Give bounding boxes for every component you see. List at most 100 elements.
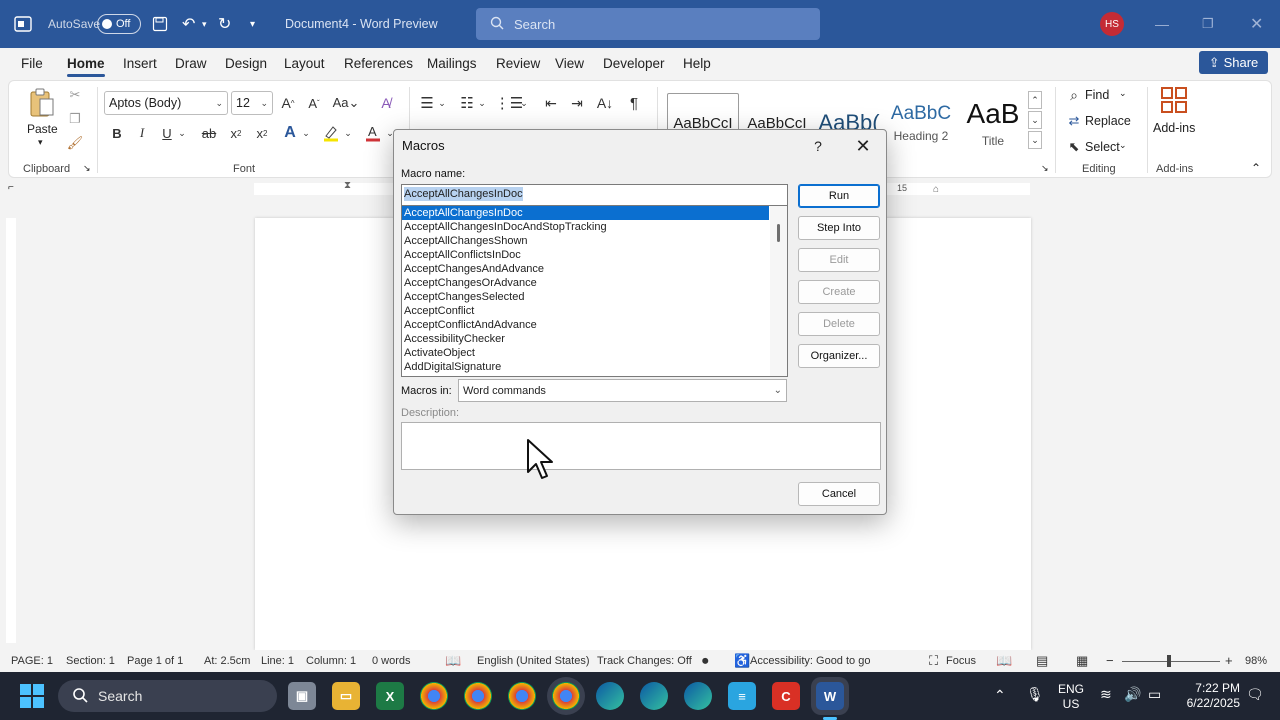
multilevel-list-icon[interactable]: ⋮☰: [495, 93, 523, 113]
list-item[interactable]: AcceptAllConflictsInDoc: [402, 248, 769, 262]
styles-launcher-icon[interactable]: ↘: [1041, 163, 1049, 174]
bold-icon[interactable]: B: [109, 123, 125, 143]
tab-layout[interactable]: Layout: [284, 56, 325, 71]
redo-icon[interactable]: ↻: [218, 0, 231, 48]
tab-review[interactable]: Review: [496, 56, 540, 71]
numbering-dropdown-icon[interactable]: ⌄: [477, 93, 487, 113]
scrollbar-thumb[interactable]: [777, 224, 780, 242]
tab-help[interactable]: Help: [683, 56, 711, 71]
list-item[interactable]: AddDigitalSignature: [402, 360, 769, 374]
wifi-icon[interactable]: ≋: [1100, 687, 1112, 702]
edge-icon[interactable]: [596, 682, 624, 710]
macro-recording-icon[interactable]: ⏺: [702, 653, 709, 669]
add-ins-button[interactable]: Add-ins: [1153, 121, 1195, 135]
tab-insert[interactable]: Insert: [123, 56, 157, 71]
indent-marker-icon[interactable]: ⧗: [344, 180, 351, 191]
user-avatar[interactable]: HS: [1100, 0, 1124, 48]
underline-icon[interactable]: U: [159, 123, 175, 143]
delete-button[interactable]: Delete: [798, 312, 880, 336]
edit-button[interactable]: Edit: [798, 248, 880, 272]
status-word-count[interactable]: 0 words: [372, 655, 411, 667]
style-title[interactable]: AaB Title: [957, 93, 1029, 153]
macro-list[interactable]: AcceptAllChangesInDoc AcceptAllChangesIn…: [401, 205, 788, 377]
volume-icon[interactable]: 🔊: [1124, 687, 1141, 702]
paste-icon[interactable]: [27, 87, 57, 119]
battery-icon[interactable]: ▭: [1148, 687, 1161, 702]
edge-profile-icon[interactable]: [640, 682, 668, 710]
select-dropdown-icon[interactable]: ⌄: [1119, 140, 1127, 151]
close-window-icon[interactable]: ✕: [1250, 0, 1263, 48]
status-language[interactable]: English (United States): [477, 655, 590, 667]
list-item[interactable]: AcceptChangesOrAdvance: [402, 276, 769, 290]
windows-start-icon[interactable]: [20, 684, 44, 711]
find-icon[interactable]: ⌕: [1065, 85, 1083, 105]
edge-profile-icon[interactable]: [684, 682, 712, 710]
restore-icon[interactable]: ❐: [1202, 0, 1214, 48]
share-button[interactable]: ⇪ Share: [1199, 51, 1268, 74]
shrink-font-icon[interactable]: Aˇ: [305, 93, 323, 113]
strikethrough-icon[interactable]: ab: [199, 123, 219, 143]
multilevel-dropdown-icon[interactable]: ⌄: [519, 93, 529, 113]
list-item[interactable]: AccessibilityChecker: [402, 332, 769, 346]
styles-more-icon[interactable]: ⌄: [1028, 131, 1042, 149]
font-name-combo[interactable]: Aptos (Body) ⌄: [104, 91, 228, 115]
superscript-icon[interactable]: x2: [253, 123, 271, 143]
list-item[interactable]: AcceptChangesSelected: [402, 290, 769, 304]
autosave-toggle[interactable]: Off: [97, 0, 141, 48]
zoom-in-icon[interactable]: +: [1225, 653, 1233, 668]
select-button[interactable]: Select: [1085, 140, 1120, 154]
clear-formatting-icon[interactable]: A̸: [375, 93, 397, 113]
tab-home[interactable]: Home: [67, 56, 105, 77]
find-button[interactable]: Find: [1085, 88, 1109, 102]
notifications-icon[interactable]: 🗨: [1246, 687, 1264, 702]
macro-name-input[interactable]: AcceptAllChangesInDoc: [401, 184, 788, 206]
status-column[interactable]: Column: 1: [306, 655, 356, 667]
font-size-combo[interactable]: 12 ⌄: [231, 91, 273, 115]
cut-icon[interactable]: ✂: [67, 87, 83, 103]
save-icon[interactable]: [152, 0, 168, 48]
list-item[interactable]: AcceptAllChangesInDocAndStopTracking: [402, 220, 769, 234]
tab-view[interactable]: View: [555, 56, 584, 71]
status-zoom-level[interactable]: 98%: [1245, 655, 1267, 667]
focus-icon[interactable]: ⛶: [929, 653, 938, 669]
styles-scroll-up-icon[interactable]: ⌃: [1028, 91, 1042, 109]
decrease-indent-icon[interactable]: ⇤: [541, 93, 561, 113]
microphone-icon[interactable]: 🎙: [1026, 687, 1044, 702]
tab-mailings[interactable]: Mailings: [427, 56, 477, 71]
read-mode-icon[interactable]: 📖: [996, 653, 1012, 669]
grow-font-icon[interactable]: A ^: [279, 93, 297, 113]
zoom-slider-thumb[interactable]: [1167, 655, 1171, 667]
status-section[interactable]: Section: 1: [66, 655, 115, 667]
highlight-icon[interactable]: [321, 123, 341, 143]
list-scrollbar[interactable]: [770, 206, 787, 376]
paste-label[interactable]: Paste: [27, 122, 58, 136]
show-formatting-icon[interactable]: ¶: [625, 93, 643, 113]
camtasia-icon[interactable]: C: [772, 682, 800, 710]
list-item[interactable]: AcceptAllChangesShown: [402, 234, 769, 248]
increase-indent-icon[interactable]: ⇥: [567, 93, 587, 113]
help-icon[interactable]: ?: [806, 134, 830, 158]
list-item[interactable]: AcceptChangesAndAdvance: [402, 262, 769, 276]
copy-icon[interactable]: ❐: [67, 111, 83, 127]
list-item[interactable]: AcceptAllChangesInDoc: [402, 206, 769, 220]
web-layout-icon[interactable]: ▦: [1076, 653, 1088, 669]
chrome-profile-icon[interactable]: [508, 682, 536, 710]
tab-selector-icon[interactable]: ⌐: [8, 182, 14, 193]
search-input[interactable]: Search: [476, 8, 820, 40]
tab-file[interactable]: File: [21, 56, 43, 71]
status-focus[interactable]: Focus: [946, 655, 976, 667]
right-indent-marker-icon[interactable]: ⌂: [933, 184, 939, 195]
chrome-active-icon[interactable]: [552, 682, 580, 710]
text-effects-dropdown-icon[interactable]: ⌄: [301, 123, 311, 143]
italic-icon[interactable]: I: [134, 123, 150, 143]
organizer-button[interactable]: Organizer...: [798, 344, 880, 368]
clipboard-launcher-icon[interactable]: ↘: [83, 163, 91, 174]
list-item[interactable]: ActivateObject: [402, 346, 769, 360]
chrome-icon[interactable]: [420, 682, 448, 710]
customize-qat-icon[interactable]: ▾: [250, 0, 255, 48]
minimize-icon[interactable]: —: [1155, 0, 1169, 48]
font-color-icon[interactable]: A: [363, 123, 383, 143]
undo-icon[interactable]: ↶: [182, 0, 195, 48]
tab-design[interactable]: Design: [225, 56, 267, 71]
tray-overflow-icon[interactable]: ⌃: [994, 688, 1006, 703]
